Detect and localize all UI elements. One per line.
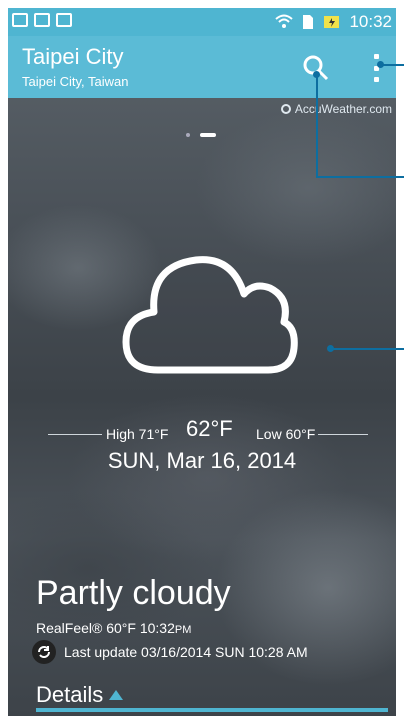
weather-condition: Partly cloudy: [36, 574, 231, 612]
high-temp: High 71°F: [106, 426, 169, 442]
status-time: 10:32: [349, 12, 392, 31]
low-temp: Low 60°F: [256, 426, 316, 442]
last-update-text: Last update 03/16/2014 SUN 10:28 AM: [64, 644, 308, 660]
sim-status-icon: [303, 15, 314, 29]
menu-dot: [373, 54, 379, 59]
realfeel-line: RealFeel® 60°F 10:32PM: [36, 620, 191, 636]
city-title: Taipei City: [22, 44, 124, 69]
temperature-row: High 71°F 62°F Low 60°F: [48, 416, 368, 452]
details-underline: [36, 708, 388, 712]
details-label: Details: [36, 682, 104, 707]
details-toggle[interactable]: Details: [36, 682, 124, 708]
callout-line-search-vertical: [316, 74, 318, 178]
weather-screen: 10:32 Taipei City Taipei City, Taiwan Ac…: [8, 8, 396, 716]
current-temp: 62°F: [186, 416, 233, 441]
accuweather-label: AccuWeather.com: [294, 102, 392, 116]
forecast-date: SUN, Mar 16, 2014: [107, 448, 297, 473]
callout-line-search-horizontal: [316, 176, 404, 178]
divider-left: [48, 434, 102, 435]
last-update-row: Last update 03/16/2014 SUN 10:28 AM: [32, 640, 308, 664]
callout-dot-cloud: [327, 345, 334, 352]
app-bar: Taipei City Taipei City, Taiwan: [8, 36, 396, 98]
accuweather-link[interactable]: AccuWeather.com: [280, 102, 392, 116]
wifi-icon: [275, 14, 294, 28]
app-notification-icon: [12, 13, 28, 27]
cloud-icon: [122, 256, 298, 374]
realfeel-text: RealFeel® 60°F 10:32: [36, 620, 175, 636]
refresh-icon[interactable]: [32, 640, 56, 664]
divider-right: [318, 434, 368, 435]
image-notification-icon: [56, 13, 72, 27]
callout-dot-search: [313, 71, 320, 78]
notification-icons: [12, 13, 72, 27]
callout-line-cloud: [330, 348, 404, 350]
city-subtitle: Taipei City, Taiwan: [22, 74, 129, 89]
menu-dot: [373, 77, 379, 82]
battery-charging-icon: [324, 16, 340, 28]
page-indicator: [186, 133, 216, 137]
status-bar: 10:32: [8, 8, 396, 36]
callout-dot-menu: [377, 61, 384, 68]
accuweather-sun-icon: [280, 104, 291, 114]
page-dot: [186, 133, 190, 137]
overflow-menu-button[interactable]: [370, 54, 382, 82]
realfeel-pm: PM: [174, 624, 192, 636]
sim-notification-icon: [34, 13, 50, 27]
page-dot-active: [200, 133, 216, 137]
expand-triangle-icon: [109, 690, 124, 700]
